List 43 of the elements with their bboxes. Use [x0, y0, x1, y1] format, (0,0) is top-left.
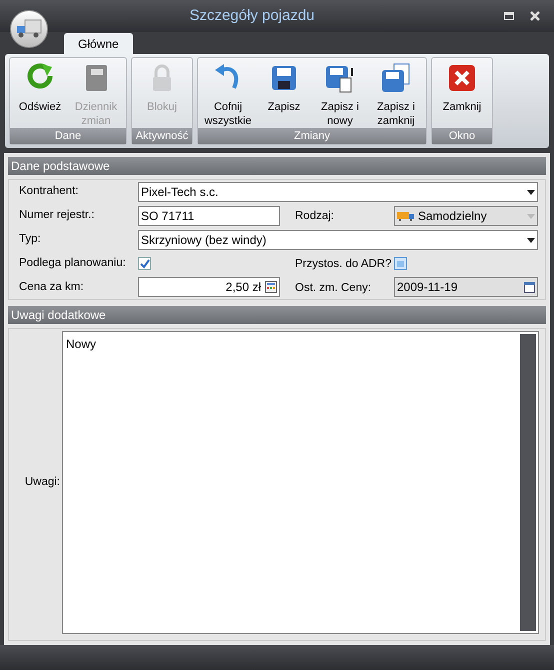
dropdown-caret-icon	[527, 190, 535, 194]
ribbon-group-label: Dane	[10, 128, 126, 144]
truck-logo-icon[interactable]	[10, 10, 48, 48]
calendar-icon	[524, 281, 535, 294]
registration-field[interactable]: SO 71711	[138, 206, 280, 226]
ribbon-button[interactable]: Zapisz i nowy	[312, 62, 368, 128]
field-label: Podlega planowaniu:	[19, 256, 127, 271]
close-icon[interactable]	[530, 11, 540, 21]
truck-icon	[397, 211, 415, 221]
field-label: Przystos. do ADR?	[295, 258, 392, 270]
ribbon-group-label: Okno	[432, 128, 492, 144]
ribbon-group-label: Aktywność	[132, 128, 192, 144]
window-title: Szczegóły pojazdu	[188, 6, 316, 26]
ribbon-button[interactable]: Odśwież	[12, 62, 68, 128]
section-header: Uwagi dodatkowe	[8, 306, 546, 324]
contractor-dropdown[interactable]: Pixel-Tech s.c.	[138, 182, 538, 202]
price-field[interactable]: 2,50 zł	[138, 277, 280, 298]
adr-checkbox[interactable]	[394, 257, 407, 270]
type-dropdown[interactable]: Skrzyniowy (bez windy)	[138, 230, 538, 250]
field-label: Rodzaj:	[295, 210, 334, 222]
field-label: Numer rejestr.:	[19, 208, 96, 224]
ribbon-group-label: Zmiany	[198, 128, 426, 144]
floppy-disk-pages-icon	[380, 62, 412, 94]
calculator-icon	[265, 281, 277, 294]
ribbon-button[interactable]: Zapisz i zamknij	[368, 62, 424, 128]
date-field[interactable]: 2009-11-19	[394, 277, 538, 298]
dropdown-caret-icon	[527, 238, 535, 242]
field-label: Typ:	[19, 232, 42, 248]
ribbon-button[interactable]: Zamknij	[434, 62, 490, 128]
ribbon-button[interactable]: Cofnij wszystkie	[200, 62, 256, 128]
field-label: Kontrahent:	[19, 184, 80, 200]
field-label: Uwagi:	[24, 476, 60, 488]
section-header: Dane podstawowe	[8, 157, 546, 175]
close-icon	[446, 62, 478, 94]
ribbon-button[interactable]: Zapisz	[256, 62, 312, 128]
scrollbar[interactable]	[520, 334, 536, 631]
maximize-icon[interactable]	[504, 12, 514, 20]
dropdown-caret-icon	[527, 214, 535, 218]
ribbon-tab[interactable]: Główne	[64, 33, 133, 54]
field-label: Ost. zm. Ceny:	[295, 282, 372, 294]
notes-textarea[interactable]: Nowy	[62, 331, 539, 634]
planning-checkbox[interactable]	[138, 257, 151, 270]
field-label: Cena za km:	[19, 280, 85, 295]
